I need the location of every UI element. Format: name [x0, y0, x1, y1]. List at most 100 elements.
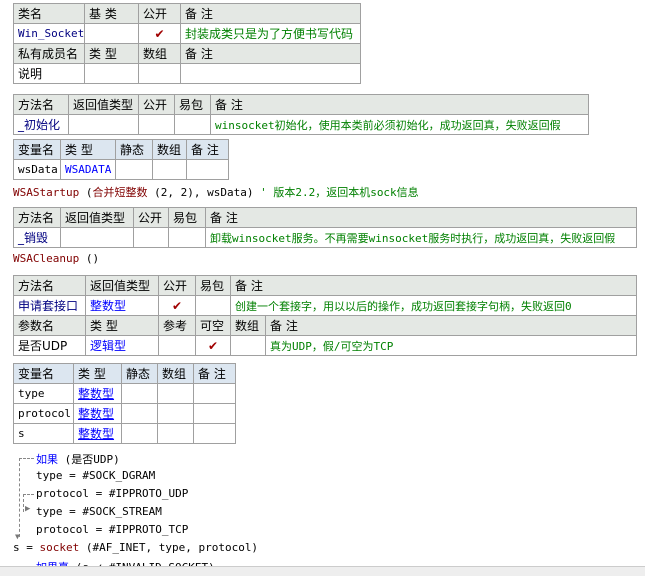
header: 参考: [158, 315, 196, 336]
var-array[interactable]: [157, 383, 194, 404]
var-array[interactable]: [157, 423, 194, 444]
method-destroy-table: 方法名 返回值类型 公开 易包备 注 _销毁 卸载winsocket服务。不再需要win…: [13, 207, 637, 248]
header: 类 型: [73, 363, 122, 384]
code-line-wsacleanup[interactable]: WSACleanup (): [13, 252, 99, 265]
header: 返回值类型: [60, 207, 134, 228]
method-comment[interactable]: winsocket初始化，使用本类前必须初始化，成功返回真，失败返回假: [210, 114, 589, 135]
method-comment[interactable]: 创建一个套接字，用以以后的操作，成功返回套接字句柄，失败返回0: [230, 295, 637, 316]
method-comment[interactable]: 卸载winsocket服务。不再需要winsocket服务时执行，成功返回真，失…: [205, 227, 637, 248]
header-class-name: 类名: [13, 3, 85, 24]
header-array: 数组: [138, 43, 181, 64]
method-socket-table: 方法名 返回值类型 公开 易包备 注 申请套接口 整数型 ✔ 创建一个套接字，用以以后的操作…: [13, 275, 637, 356]
header: 方法名: [13, 207, 61, 228]
class-base[interactable]: [84, 23, 139, 44]
code-line-wsastartup[interactable]: WSAStartup (合并短整数 (2, 2), wsData) ' 版本2.…: [13, 184, 419, 200]
header-member-name: 私有成员名: [13, 43, 85, 64]
member-name[interactable]: 说明: [13, 63, 85, 84]
param-comment[interactable]: 真为UDP，假/可空为TCP: [265, 335, 637, 356]
header: 易包: [195, 275, 231, 296]
header: 变量名: [13, 139, 61, 160]
var-comment[interactable]: [186, 159, 229, 180]
var-name[interactable]: wsData: [13, 159, 61, 180]
header: 备 注: [230, 275, 637, 296]
header: 类 型: [60, 139, 116, 160]
class-name[interactable]: Win_Socket: [13, 23, 85, 44]
header: 备 注: [265, 315, 637, 336]
epkg-cell[interactable]: [174, 114, 211, 135]
var-type[interactable]: 整数型: [73, 403, 122, 424]
keyword: 如果: [36, 453, 58, 466]
header: 备 注: [210, 94, 589, 115]
param-type[interactable]: 逻辑型: [85, 335, 159, 356]
public-check-icon[interactable]: ✔: [158, 295, 196, 316]
code-line[interactable]: type = #SOCK_DGRAM: [36, 469, 155, 482]
epkg-cell[interactable]: [168, 227, 206, 248]
var-static[interactable]: [121, 383, 158, 404]
var-static[interactable]: [121, 403, 158, 424]
var-name[interactable]: type: [13, 383, 74, 404]
var-array[interactable]: [157, 403, 194, 424]
code-comment: ' 版本2.2，返回本机sock信息: [260, 186, 419, 199]
var-comment[interactable]: [193, 383, 236, 404]
header: 可空: [195, 315, 231, 336]
header: 备 注: [193, 363, 236, 384]
return-type[interactable]: [60, 227, 134, 248]
class-comment[interactable]: 封装成类只是为了方便书写代码: [180, 23, 361, 44]
function-name: WSACleanup: [13, 252, 80, 265]
var-static[interactable]: [115, 159, 153, 180]
var-type[interactable]: 整数型: [73, 383, 122, 404]
header: 变量名: [13, 363, 74, 384]
param-ref[interactable]: [158, 335, 196, 356]
var-type[interactable]: WSADATA: [60, 159, 116, 180]
member-comment[interactable]: [180, 63, 361, 84]
header-comment: 备 注: [180, 43, 361, 64]
header: 公开: [158, 275, 196, 296]
flow-arrow-down-icon: ▼: [15, 532, 20, 541]
header: 备 注: [205, 207, 637, 228]
return-type[interactable]: 整数型: [85, 295, 159, 316]
header: 备 注: [186, 139, 229, 160]
epkg-cell[interactable]: [195, 295, 231, 316]
code-line[interactable]: type = #SOCK_STREAM: [36, 505, 162, 518]
public-cell[interactable]: [138, 114, 175, 135]
header: 类 型: [85, 315, 159, 336]
param-name[interactable]: 是否UDP: [13, 335, 86, 356]
code-line[interactable]: protocol = #IPPROTO_TCP: [36, 523, 188, 536]
var-type[interactable]: 整数型: [73, 423, 122, 444]
var-name[interactable]: s: [13, 423, 74, 444]
header-comment: 备 注: [180, 3, 361, 24]
method-init-table: 方法名 返回值类型 公开 易包备 注 _初始化 winsocket初始化，使用本类前必须…: [13, 94, 589, 135]
code-text: (#AF_INET, type, protocol): [79, 541, 259, 554]
var-static[interactable]: [121, 423, 158, 444]
method-name[interactable]: 申请套接口: [13, 295, 86, 316]
public-cell[interactable]: [133, 227, 169, 248]
nullable-check-icon[interactable]: ✔: [195, 335, 231, 356]
code-line-if[interactable]: 如果 (是否UDP): [36, 451, 120, 467]
header-public: 公开: [138, 3, 181, 24]
method-name[interactable]: _销毁: [13, 227, 61, 248]
method-name[interactable]: _初始化: [13, 114, 69, 135]
var-array[interactable]: [152, 159, 187, 180]
var-name[interactable]: protocol: [13, 403, 74, 424]
header: 返回值类型: [85, 275, 159, 296]
header-type: 类 型: [84, 43, 139, 64]
return-type[interactable]: [68, 114, 139, 135]
param-array[interactable]: [230, 335, 266, 356]
member-array[interactable]: [138, 63, 181, 84]
member-type[interactable]: [84, 63, 139, 84]
header: 参数名: [13, 315, 86, 336]
var-comment[interactable]: [193, 423, 236, 444]
header: 方法名: [13, 94, 69, 115]
public-check-icon[interactable]: ✔: [138, 23, 181, 44]
var-comment[interactable]: [193, 403, 236, 424]
header: 静态: [115, 139, 153, 160]
function-name: WSAStartup: [13, 186, 80, 199]
code-text: (2, 2), wsData): [147, 186, 261, 199]
header: 易包: [168, 207, 206, 228]
socket-vars-table: 变量名类 型静态 数组备 注 type 整数型 protocol 整数型 s 整数型: [13, 363, 236, 444]
code-line-socket[interactable]: s = socket (#AF_INET, type, protocol): [13, 541, 258, 554]
header: 静态: [121, 363, 158, 384]
function-name: 合并短整数: [92, 186, 148, 199]
code-line[interactable]: protocol = #IPPROTO_UDP: [36, 487, 188, 500]
init-vars-table: 变量名类 型静态 数组备 注 wsData WSADATA: [13, 139, 229, 180]
